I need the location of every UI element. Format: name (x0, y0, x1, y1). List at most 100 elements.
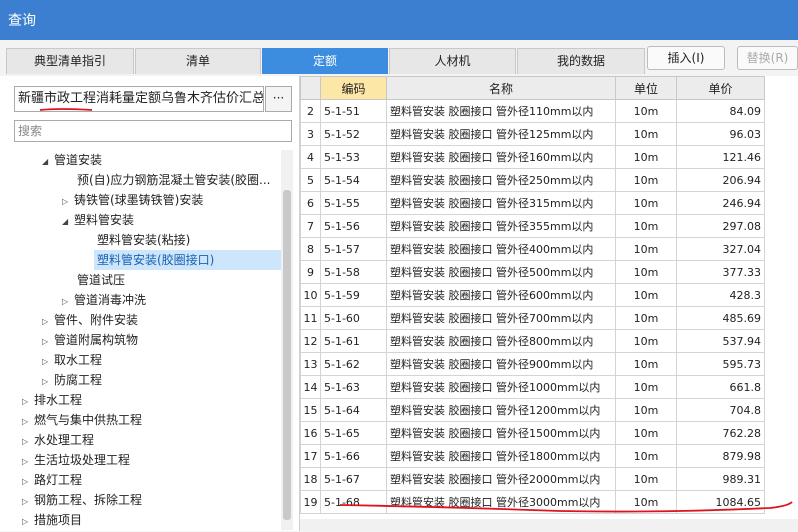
price-cell: 377.33 (676, 260, 765, 284)
unit-cell: 10m (615, 260, 677, 284)
price-cell: 96.03 (676, 122, 765, 146)
price-cell: 762.28 (676, 421, 765, 445)
tree-node[interactable]: ▷ 措施项目 (22, 510, 82, 530)
table-row[interactable]: 6 5-1-55 塑料管安装 胶圈接口 管外径315mm以内 10m 246.94 (300, 191, 765, 215)
quota-library-select[interactable]: 新疆市政工程消耗量定额乌鲁木齐估价汇总表( (14, 86, 264, 112)
table-row[interactable]: 16 5-1-65 塑料管安装 胶圈接口 管外径1500mm以内 10m 762.28 (300, 421, 765, 445)
tree-node[interactable]: 预(自)应力钢筋混凝土管安装(胶圈... (77, 170, 271, 190)
row-number: 7 (300, 214, 321, 238)
search-input[interactable]: 搜索 (14, 120, 292, 142)
tree-node[interactable]: 管道试压 (77, 270, 125, 290)
unit-cell: 10m (615, 352, 677, 376)
expanded-arrow-icon: ◢ (42, 157, 49, 166)
unit-cell: 10m (615, 191, 677, 215)
row-number: 5 (300, 168, 321, 192)
name-cell: 塑料管安装 胶圈接口 管外径1200mm以内 (386, 398, 616, 422)
name-cell: 塑料管安装 胶圈接口 管外径110mm以内 (386, 99, 616, 123)
tree-node[interactable]: ▷ 取水工程 (42, 350, 102, 370)
code-cell: 5-1-62 (320, 352, 387, 376)
tab-my-data[interactable]: 我的数据 (517, 48, 645, 74)
unit-cell: 10m (615, 490, 677, 514)
name-cell: 塑料管安装 胶圈接口 管外径500mm以内 (386, 260, 616, 284)
name-cell: 塑料管安装 胶圈接口 管外径3000mm以内 (386, 490, 616, 514)
tree-node[interactable]: ▷ 管件、附件安装 (42, 310, 138, 330)
table-body: 2 5-1-51 塑料管安装 胶圈接口 管外径110mm以内 10m 84.09 3 5-1… (300, 99, 765, 514)
library-more-button[interactable]: ··· (265, 86, 292, 112)
tree-node[interactable]: ▷ 管道附属构筑物 (42, 330, 138, 350)
table-row[interactable]: 7 5-1-56 塑料管安装 胶圈接口 管外径355mm以内 10m 297.08 (300, 214, 765, 238)
collapsed-arrow-icon: ▷ (62, 197, 69, 206)
horizontal-scrollbar[interactable] (300, 519, 798, 531)
quota-table-panel: 编码 名称 单位 单价 2 5-1-51 塑料管安装 胶圈接口 管外径110mm以内… (300, 76, 798, 531)
insert-button[interactable]: 插入(I) (647, 46, 725, 70)
window-title: 查询 (8, 13, 36, 29)
table-row[interactable]: 3 5-1-52 塑料管安装 胶圈接口 管外径125mm以内 10m 96.03 (300, 122, 765, 146)
tree-node[interactable]: ▷ 排水工程 (22, 390, 82, 410)
tree-node-selected[interactable]: 塑料管安装(胶圈接口) (94, 250, 283, 270)
table-row[interactable]: 10 5-1-59 塑料管安装 胶圈接口 管外径600mm以内 10m 428.3 (300, 283, 765, 307)
table-row[interactable]: 5 5-1-54 塑料管安装 胶圈接口 管外径250mm以内 10m 206.94 (300, 168, 765, 192)
table-row[interactable]: 11 5-1-60 塑料管安装 胶圈接口 管外径700mm以内 10m 485.69 (300, 306, 765, 330)
tree-node[interactable]: ◢ 塑料管安装 (62, 210, 134, 230)
row-number: 16 (300, 421, 321, 445)
code-cell: 5-1-65 (320, 421, 387, 445)
row-number: 15 (300, 398, 321, 422)
tree-node[interactable]: ▷ 钢筋工程、拆除工程 (22, 490, 142, 510)
tree-node[interactable]: ◢ 管道安装 (42, 150, 102, 170)
table-row[interactable]: 18 5-1-67 塑料管安装 胶圈接口 管外径2000mm以内 10m 989.31 (300, 467, 765, 491)
tab-list[interactable]: 清单 (135, 48, 261, 74)
tree-node[interactable]: 塑料管安装(粘接) (97, 230, 190, 250)
collapsed-arrow-icon: ▷ (22, 417, 29, 426)
column-header-name[interactable]: 名称 (386, 76, 616, 100)
price-cell: 206.94 (676, 168, 765, 192)
tree-node[interactable]: ▷ 路灯工程 (22, 470, 82, 490)
tree-scrollbar[interactable] (281, 150, 293, 530)
table-row[interactable]: 12 5-1-61 塑料管安装 胶圈接口 管外径800mm以内 10m 537.94 (300, 329, 765, 353)
row-number: 2 (300, 99, 321, 123)
table-row[interactable]: 13 5-1-62 塑料管安装 胶圈接口 管外径900mm以内 10m 595.73 (300, 352, 765, 376)
column-header-unit[interactable]: 单位 (615, 76, 677, 100)
name-cell: 塑料管安装 胶圈接口 管外径1800mm以内 (386, 444, 616, 468)
table-row[interactable]: 8 5-1-57 塑料管安装 胶圈接口 管外径400mm以内 10m 327.04 (300, 237, 765, 261)
scrollbar-thumb[interactable] (283, 190, 291, 520)
price-cell: 537.94 (676, 329, 765, 353)
quota-table: 编码 名称 单位 单价 2 5-1-51 塑料管安装 胶圈接口 管外径110mm以内… (300, 76, 765, 514)
tree-node[interactable]: ▷ 生活垃圾处理工程 (22, 450, 130, 470)
tree-node[interactable]: ▷ 防腐工程 (42, 370, 102, 390)
tab-bar: 典型清单指引 清单 定额 人材机 我的数据 插入(I) 替换(R) (0, 46, 798, 76)
code-cell: 5-1-58 (320, 260, 387, 284)
tab-typical-list-guide[interactable]: 典型清单指引 (6, 48, 134, 74)
table-row[interactable]: 19 5-1-68 塑料管安装 胶圈接口 管外径3000mm以内 10m 1084.65 (300, 490, 765, 514)
table-row[interactable]: 17 5-1-66 塑料管安装 胶圈接口 管外径1800mm以内 10m 879.98 (300, 444, 765, 468)
table-row[interactable]: 9 5-1-58 塑料管安装 胶圈接口 管外径500mm以内 10m 377.33 (300, 260, 765, 284)
unit-cell: 10m (615, 283, 677, 307)
table-row[interactable]: 4 5-1-53 塑料管安装 胶圈接口 管外径160mm以内 10m 121.46 (300, 145, 765, 169)
row-number: 18 (300, 467, 321, 491)
collapsed-arrow-icon: ▷ (62, 297, 69, 306)
tree-node[interactable]: ▷ 管道消毒冲洗 (62, 290, 146, 310)
name-cell: 塑料管安装 胶圈接口 管外径2000mm以内 (386, 467, 616, 491)
tree-node[interactable]: ▷ 铸铁管(球墨铸铁管)安装 (62, 190, 203, 210)
table-header-row: 编码 名称 单位 单价 (300, 76, 765, 100)
column-header-code[interactable]: 编码 (320, 76, 387, 100)
table-row[interactable]: 14 5-1-63 塑料管安装 胶圈接口 管外径1000mm以内 10m 661.8 (300, 375, 765, 399)
unit-cell: 10m (615, 467, 677, 491)
column-header-price[interactable]: 单价 (676, 76, 765, 100)
tab-quota[interactable]: 定额 (262, 48, 388, 74)
code-cell: 5-1-54 (320, 168, 387, 192)
code-cell: 5-1-66 (320, 444, 387, 468)
row-number: 14 (300, 375, 321, 399)
replace-button[interactable]: 替换(R) (737, 46, 798, 70)
table-row[interactable]: 15 5-1-64 塑料管安装 胶圈接口 管外径1200mm以内 10m 704.8 (300, 398, 765, 422)
tree-node[interactable]: ▷ 水处理工程 (22, 430, 94, 450)
name-cell: 塑料管安装 胶圈接口 管外径1500mm以内 (386, 421, 616, 445)
price-cell: 595.73 (676, 352, 765, 376)
tree-node[interactable]: ▷ 燃气与集中供热工程 (22, 410, 142, 430)
table-row[interactable]: 2 5-1-51 塑料管安装 胶圈接口 管外径110mm以内 10m 84.09 (300, 99, 765, 123)
tab-labor-material-machine[interactable]: 人材机 (389, 48, 516, 74)
unit-cell: 10m (615, 237, 677, 261)
code-cell: 5-1-60 (320, 306, 387, 330)
row-number: 19 (300, 490, 321, 514)
collapsed-arrow-icon: ▷ (42, 377, 49, 386)
code-cell: 5-1-57 (320, 237, 387, 261)
